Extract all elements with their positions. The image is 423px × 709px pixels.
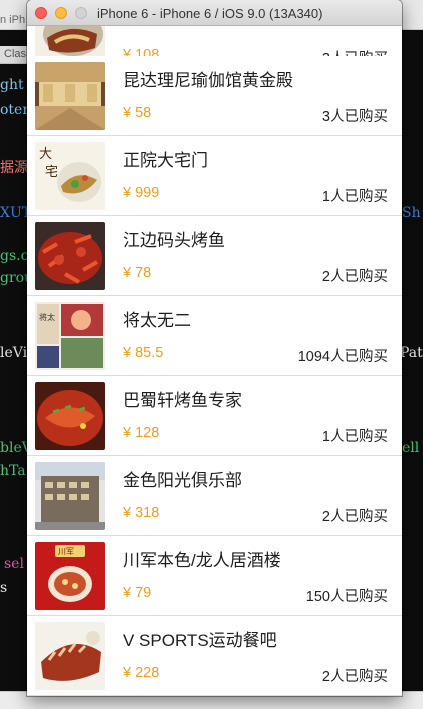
background-window-title: n iPh <box>0 14 26 26</box>
deal-name: 正院大宅门 <box>123 151 208 170</box>
deal-price: ¥ 999 <box>123 185 160 201</box>
background-tab[interactable]: Clas <box>0 46 30 64</box>
yoga-hall-photo <box>35 62 105 130</box>
crayfish-photo <box>35 222 105 290</box>
fish-dish-photo: 大宅 <box>35 142 105 210</box>
grilled-fish-photo <box>35 382 105 450</box>
deal-sold-count: 2人已购买 <box>321 509 388 525</box>
close-window-button[interactable] <box>35 7 47 19</box>
simulator-titlebar[interactable]: iPhone 6 - iPhone 6 / iOS 9.0 (13A340) <box>27 0 402 26</box>
deal-row[interactable]: V SPORTS运动餐吧 ¥ 228 2人已购买 <box>27 616 402 696</box>
deal-row[interactable]: 江边码头烤鱼 ¥ 78 2人已购买 <box>27 216 402 296</box>
background-tab-label: Clas <box>4 48 27 60</box>
window-title: iPhone 6 - iPhone 6 / iOS 9.0 (13A340) <box>97 6 323 21</box>
deal-sold-count: 3人已购买 <box>321 109 388 125</box>
background-code-fragment: gs.c <box>0 248 29 264</box>
background-code-fragment: Sh <box>402 205 421 221</box>
deal-sold-count: 2人已购买 <box>321 669 388 685</box>
deal-name: 昆达理尼瑜伽馆黄金殿 <box>123 71 293 90</box>
deal-row[interactable]: 大宅正院大宅门 ¥ 999 1人已购买 <box>27 136 402 216</box>
deal-price: ¥ 79 <box>123 585 152 601</box>
minimize-window-button[interactable] <box>55 7 67 19</box>
sushi-collage-photo: 将太 <box>35 302 105 370</box>
deal-sold-count: 2人已购买 <box>321 269 388 285</box>
svg-text:大: 大 <box>39 147 52 162</box>
svg-text:宅: 宅 <box>45 165 58 180</box>
deal-name: 江边码头烤鱼 <box>123 231 225 250</box>
background-code-fragment: oter <box>0 102 30 118</box>
simulator-window: iPhone 6 - iPhone 6 / iOS 9.0 (13A340) ¥… <box>27 0 402 696</box>
background-code-fragment: Pat <box>400 345 423 361</box>
deal-list[interactable]: ¥ 1083人已购买昆达理尼瑜伽馆黄金殿¥ 583人已购买大宅正院大宅门¥ 99… <box>27 26 402 696</box>
deal-row[interactable]: 昆达理尼瑜伽馆黄金殿 ¥ 58 3人已购买 <box>27 56 402 136</box>
deal-row[interactable]: 川军 川军本色/龙人居酒楼 ¥ 79 150人已购买 <box>27 536 402 616</box>
deal-price: ¥ 128 <box>123 425 160 441</box>
deal-name: 川军本色/龙人居酒楼 <box>123 551 281 570</box>
deal-sold-count: 1人已购买 <box>321 189 388 205</box>
deal-price: ¥ 58 <box>123 105 152 121</box>
row-separator <box>27 695 402 696</box>
svg-text:川军: 川军 <box>58 547 74 556</box>
ribs-photo <box>35 622 105 690</box>
background-code-fragment: ell <box>402 440 420 456</box>
zoom-window-button[interactable] <box>75 7 87 19</box>
restaurant-ad-photo: 川军 <box>35 542 105 610</box>
deal-name: 将太无二 <box>123 311 191 330</box>
deal-name: V SPORTS运动餐吧 <box>123 631 277 650</box>
deal-row[interactable]: 巴蜀轩烤鱼专家 ¥ 128 1人已购买 <box>27 376 402 456</box>
background-code-fragment: 据源 <box>0 160 28 176</box>
deal-price: ¥ 78 <box>123 265 152 281</box>
deal-name: 金色阳光俱乐部 <box>123 471 242 490</box>
deal-sold-count: 150人已购买 <box>305 589 388 605</box>
background-code-fragment: leVi <box>0 345 28 361</box>
deal-row[interactable]: 将太 将太无二 ¥ 85.5 1094人已购买 <box>27 296 402 376</box>
svg-text:将太: 将太 <box>39 312 55 322</box>
background-code-fragment: sel <box>4 556 24 572</box>
deal-row[interactable]: 金色阳光俱乐部 ¥ 318 2人已购买 <box>27 456 402 536</box>
deal-name: 巴蜀轩烤鱼专家 <box>123 391 242 410</box>
deal-sold-count: 1人已购买 <box>321 429 388 445</box>
deal-sold-count: 1094人已购买 <box>297 349 388 365</box>
background-code-fragment: s <box>0 580 8 596</box>
background-code-fragment: hTa <box>0 463 26 479</box>
building-photo <box>35 462 105 530</box>
deal-price: ¥ 228 <box>123 665 160 681</box>
deal-price: ¥ 85.5 <box>123 345 164 361</box>
deal-price: ¥ 318 <box>123 505 160 521</box>
